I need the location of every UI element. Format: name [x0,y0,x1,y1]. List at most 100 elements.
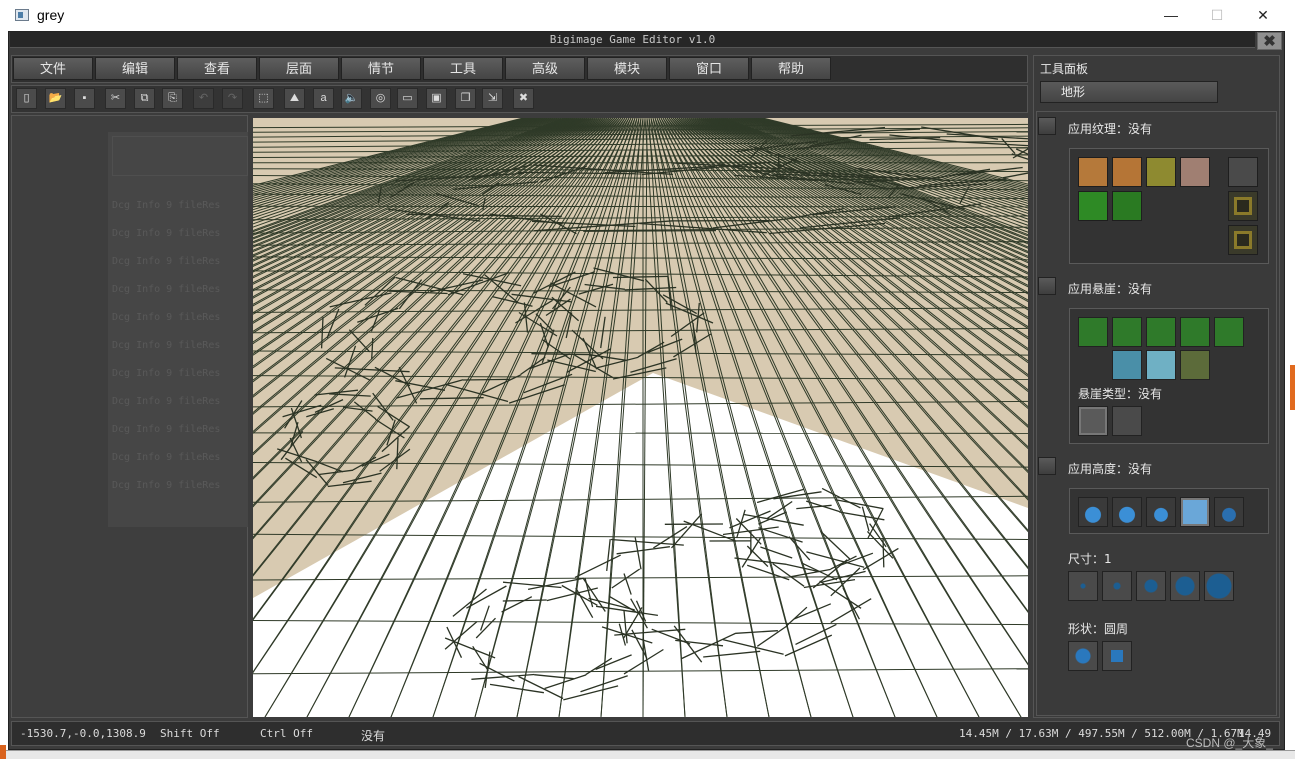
menu-module[interactable]: 模块 [587,57,667,80]
brush-size-4[interactable] [1170,571,1200,601]
window-title: grey [37,7,65,23]
brush-size-5[interactable] [1204,571,1234,601]
close-button[interactable]: ✕ [1240,0,1286,31]
export-icon[interactable]: ⇲ [482,88,503,109]
log-line: Dcg Info 9 fileRes [112,424,221,435]
monitor-icon[interactable]: ▣ [426,88,447,109]
copy-icon[interactable]: ⧉ [134,88,155,109]
menu-layer[interactable]: 层面 [259,57,339,80]
shape-label: 形状：圆周 [1068,622,1129,636]
cliff-type-2[interactable] [1112,406,1142,436]
brush-size-1[interactable] [1068,571,1098,601]
brush-shape-square[interactable] [1102,641,1132,671]
log-output [108,132,248,527]
log-line: Dcg Info 9 fileRes [112,256,221,267]
cliff-tool-3[interactable] [1146,317,1176,347]
exit-icon[interactable]: ✖ [513,88,534,109]
mesh-edge [462,378,510,381]
status-ctrl: Ctrl Off [260,727,313,740]
brush-size-3[interactable] [1136,571,1166,601]
os-title-bar [0,0,1295,31]
texture-swatch-grass-dark[interactable] [1112,191,1142,221]
square-icon [1111,650,1123,662]
editor-close-button[interactable]: ✖ [1257,32,1282,50]
select-region-icon[interactable]: ⬚ [253,88,274,109]
terrain-icon[interactable]: ⛰ [284,88,305,109]
menu-help[interactable]: 帮助 [751,57,831,80]
apply-cliff-label: 应用悬崖：没有 [1068,282,1153,296]
open-folder-icon[interactable]: 📂 [45,88,66,109]
watermark: CSDN @_大象_ [1186,736,1273,750]
paste-icon[interactable]: ⎘ [162,88,183,109]
fingerprint-icon[interactable]: ◎ [370,88,391,109]
cliff-tool-water[interactable] [1112,350,1142,380]
log-line: Dcg Info 9 fileRes [112,480,221,491]
log-line: Dcg Info 9 fileRes [112,340,221,351]
text-icon[interactable]: a [313,88,334,109]
app-window-icon [15,9,29,21]
menu-tools[interactable]: 工具 [423,57,503,80]
texture-swatch-grass[interactable] [1078,191,1108,221]
log-line: Dcg Info 9 fileRes [112,200,221,211]
redo-icon[interactable]: ↷ [222,88,243,109]
height-smooth-icon[interactable] [1214,497,1244,527]
apply-texture-checkbox[interactable] [1038,117,1056,135]
texture-slot-3[interactable] [1228,225,1258,255]
save-icon[interactable]: ▪ [74,88,95,109]
texture-swatch-gravel[interactable] [1180,157,1210,187]
new-file-icon[interactable]: ▯ [16,88,37,109]
menu-advanced[interactable]: 高级 [505,57,585,80]
camera-icon[interactable]: ▭ [397,88,418,109]
height-raise-icon[interactable] [1078,497,1108,527]
apply-height-checkbox[interactable] [1038,457,1056,475]
brush-shape-circle[interactable] [1068,641,1098,671]
texture-swatch-empty[interactable] [1228,157,1258,187]
cliff-tool-1[interactable] [1078,317,1108,347]
texture-swatch-moss[interactable] [1146,157,1176,187]
mesh-edge [583,229,717,232]
undo-icon[interactable]: ↶ [193,88,214,109]
status-mode: 没有 [361,729,386,743]
log-line: Dcg Info 9 fileRes [112,452,221,463]
taskbar-accent [0,745,6,759]
menu-file[interactable]: 文件 [13,57,93,80]
cliff-tool-4[interactable] [1180,317,1210,347]
mesh-edge [253,432,1028,434]
cliff-tool-2[interactable] [1112,317,1142,347]
object-icon[interactable]: ❒ [455,88,476,109]
tool-panel-title: 工具面板 [1040,62,1089,76]
maximize-button[interactable]: ☐ [1194,0,1240,31]
cliff-type-1[interactable] [1078,406,1108,436]
cliff-tool-ramp[interactable] [1146,350,1176,380]
cliff-tool-rock[interactable] [1180,350,1210,380]
height-lower-icon[interactable] [1112,497,1142,527]
size-label: 尺寸：1 [1068,552,1112,566]
minimize-button[interactable]: — [1148,0,1194,31]
terrain-viewport[interactable] [253,118,1028,717]
menu-view[interactable]: 查看 [177,57,257,80]
texture-swatch-clay[interactable] [1112,157,1142,187]
brush-size-2[interactable] [1102,571,1132,601]
terrain-tab[interactable]: 地形 [1040,81,1218,103]
cliff-type-label: 悬崖类型：没有 [1078,387,1163,401]
log-line: Dcg Info 9 fileRes [112,368,221,379]
log-line: Dcg Info 9 fileRes [112,284,221,295]
menu-window[interactable]: 窗口 [669,57,749,80]
status-shift: Shift Off [160,727,220,740]
height-plateau-icon[interactable] [1146,497,1176,527]
menu-plot[interactable]: 情节 [341,57,421,80]
log-line: Dcg Info 9 fileRes [112,228,221,239]
apply-cliff-checkbox[interactable] [1038,277,1056,295]
menu-edit[interactable]: 编辑 [95,57,175,80]
texture-slot-2[interactable] [1228,191,1258,221]
log-line: Dcg Info 9 fileRes [112,396,221,407]
cliff-tool-5[interactable] [1214,317,1244,347]
log-header [112,136,248,176]
editor-caption: Bigimage Game Editor v1.0 [10,32,1255,48]
texture-swatch-dirt[interactable] [1078,157,1108,187]
cut-icon[interactable]: ✂ [105,88,126,109]
sound-icon[interactable]: 🔈 [341,88,362,109]
height-noise-icon[interactable] [1180,497,1210,527]
apply-height-label: 应用高度：没有 [1068,462,1153,476]
os-taskbar-edge [0,750,1295,759]
